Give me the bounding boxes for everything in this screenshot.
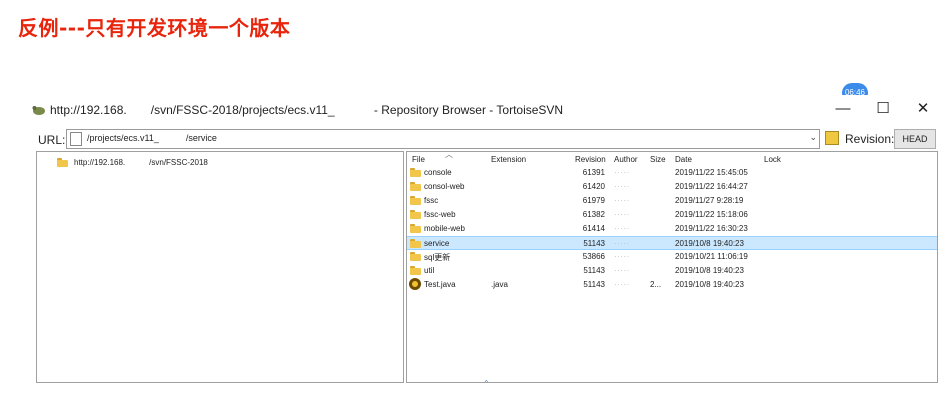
column-author[interactable]: Author <box>614 155 638 164</box>
folder-icon <box>410 252 421 261</box>
file-name: util <box>424 266 435 275</box>
list-item[interactable]: util 51143 ····· 2019/10/8 19:40:23 <box>407 264 937 278</box>
file-revision: 51143 <box>583 239 605 248</box>
file-date: 2019/11/22 16:30:23 <box>675 224 748 233</box>
list-item[interactable]: mobile-web 61414 ····· 2019/11/22 16:30:… <box>407 222 937 236</box>
list-item[interactable]: sql更新 53866 ····· 2019/10/21 11:06:19 <box>407 250 937 264</box>
file-date: 2019/10/8 19:40:23 <box>675 266 744 275</box>
file-revision: 51143 <box>583 266 605 275</box>
file-name: console <box>424 168 452 177</box>
file-name: mobile-web <box>424 224 465 233</box>
file-date: 2019/11/22 16:44:27 <box>675 182 748 191</box>
file-date: 2019/10/8 19:40:23 <box>675 239 744 248</box>
folder-icon <box>410 196 421 205</box>
close-button[interactable]: ✕ <box>908 98 938 120</box>
column-revision[interactable]: Revision <box>575 155 606 164</box>
slide-heading: 反例---只有开发环境一个版本 <box>18 16 291 40</box>
file-extension: .java <box>491 280 508 289</box>
list-item[interactable]: console 61391 ····· 2019/11/22 15:45:05 <box>407 166 937 180</box>
file-list-header: File ︿ Extension Revision Author Size Da… <box>407 150 937 166</box>
url-bar: URL: /projects/ecs.v11_ /service ⌄ Revis… <box>28 129 943 151</box>
sort-ascending-icon: ︿ <box>445 150 453 159</box>
column-date[interactable]: Date <box>675 155 692 164</box>
file-author: ····· <box>614 266 630 275</box>
column-size[interactable]: Size <box>650 155 666 164</box>
window-title: http://192.168. /svn/FSSC-2018/projects/… <box>50 103 564 117</box>
chevron-down-icon[interactable]: ⌄ <box>809 132 817 143</box>
folder-icon <box>57 157 68 167</box>
file-date: 2019/11/22 15:45:05 <box>675 168 748 177</box>
file-revision: 61979 <box>582 196 605 205</box>
file-date: 2019/10/21 11:06:19 <box>675 252 748 261</box>
file-author: ····· <box>614 168 630 177</box>
file-name: Test.java <box>424 280 456 289</box>
file-author: ····· <box>614 196 630 205</box>
file-revision: 61414 <box>582 224 605 233</box>
maximize-button[interactable]: ☐ <box>868 98 898 120</box>
file-name: fssc <box>424 196 439 205</box>
file-revision: 61420 <box>582 182 605 191</box>
folder-icon <box>410 224 421 233</box>
document-icon <box>70 132 82 146</box>
list-item-selected[interactable]: service 51143 ····· 2019/10/8 19:40:23 <box>407 236 937 250</box>
file-author: ····· <box>614 280 630 289</box>
list-item[interactable]: Test.java .java 51143 ····· 2... 2019/10… <box>407 278 937 292</box>
title-bar: http://192.168. /svn/FSSC-2018/projects/… <box>28 95 943 125</box>
url-combobox[interactable]: /projects/ecs.v11_ /service ⌄ <box>66 129 820 149</box>
url-label: URL: <box>38 133 66 147</box>
list-item[interactable]: fssc-web 61382 ····· 2019/11/22 15:18:06 <box>407 208 937 222</box>
file-author: ····· <box>614 210 630 219</box>
column-file[interactable]: File <box>412 155 425 164</box>
list-item[interactable]: consol-web 61420 ····· 2019/11/22 16:44:… <box>407 180 937 194</box>
file-date: 2019/11/22 15:18:06 <box>675 210 748 219</box>
file-revision: 61391 <box>582 168 605 177</box>
folder-icon <box>410 168 421 177</box>
file-author: ····· <box>614 182 630 191</box>
file-author: ····· <box>614 224 630 233</box>
revision-head-button[interactable]: HEAD <box>894 129 936 149</box>
file-size: 2... <box>650 280 662 289</box>
file-date: 2019/10/8 19:40:23 <box>675 280 744 289</box>
file-list[interactable]: File ︿ Extension Revision Author Size Da… <box>406 150 938 383</box>
revision-label: Revision: <box>845 132 895 146</box>
java-file-icon <box>409 278 421 290</box>
minimize-button[interactable]: — <box>828 98 858 120</box>
column-extension[interactable]: Extension <box>491 155 526 164</box>
list-item[interactable]: fssc 61979 ····· 2019/11/27 9:28:19 <box>407 194 937 208</box>
folder-icon <box>410 210 421 219</box>
url-value[interactable]: /projects/ecs.v11_ /service <box>87 133 217 143</box>
file-name: consol-web <box>424 182 465 191</box>
file-revision: 61382 <box>582 210 605 219</box>
column-lock[interactable]: Lock <box>764 155 781 164</box>
folder-icon <box>410 182 421 191</box>
file-author: ····· <box>614 239 630 248</box>
repository-tree[interactable]: http://192.168. /svn/FSSC-2018 <box>36 151 404 383</box>
folder-icon <box>410 266 421 275</box>
tortoisesvn-icon <box>32 106 45 115</box>
file-revision: 53866 <box>582 252 605 261</box>
repository-browser-window: http://192.168. /svn/FSSC-2018/projects/… <box>28 95 943 395</box>
file-name: sql更新 <box>424 253 451 262</box>
file-name: fssc-web <box>424 210 456 219</box>
file-name: service <box>424 239 450 248</box>
file-revision: 51143 <box>583 280 605 289</box>
tree-item-root[interactable]: http://192.168. /svn/FSSC-2018 <box>57 156 208 168</box>
go-up-icon[interactable] <box>825 131 839 145</box>
tree-item-label: http://192.168. /svn/FSSC-2018 <box>74 157 208 167</box>
file-date: 2019/11/27 9:28:19 <box>675 196 744 205</box>
folder-icon <box>410 239 421 248</box>
splitter-handle[interactable]: ⌃ <box>483 379 490 388</box>
file-author: ····· <box>614 252 630 261</box>
